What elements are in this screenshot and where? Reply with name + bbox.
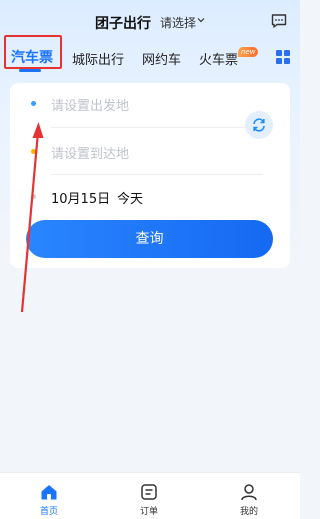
nav-profile-label: 我的 xyxy=(239,507,258,517)
date-field[interactable]: 10月15日 xyxy=(51,188,110,207)
order-icon xyxy=(141,484,157,500)
swap-icon xyxy=(253,118,265,132)
nav-profile[interactable]: 我的 xyxy=(219,473,279,519)
nav-home-label: 首页 xyxy=(39,507,58,517)
nav-home[interactable]: 首页 xyxy=(19,473,79,519)
tab-ride-hailing[interactable]: 网约车 xyxy=(142,49,181,68)
tab-intercity[interactable]: 城际出行 xyxy=(72,49,124,68)
new-badge: new xyxy=(238,47,259,57)
annotation-highlight-box xyxy=(4,35,62,69)
region-select[interactable]: 请选择 xyxy=(160,14,196,31)
origin-dot xyxy=(31,101,36,106)
date-dot xyxy=(31,194,36,199)
tab-train-ticket[interactable]: 火车票 xyxy=(199,49,238,68)
tab-underline xyxy=(19,69,41,72)
chevron-down-icon[interactable] xyxy=(196,15,206,25)
bottom-navigation: 首页 订单 我的 xyxy=(0,472,300,519)
swap-button[interactable] xyxy=(245,111,273,139)
origin-field[interactable]: 请设置出发地 xyxy=(51,95,129,114)
profile-icon xyxy=(241,484,257,501)
divider xyxy=(51,127,263,128)
search-button[interactable]: 查询 xyxy=(26,220,273,258)
grid-icon[interactable] xyxy=(276,50,290,64)
day-label: 今天 xyxy=(117,192,144,207)
app-title: 团子出行 xyxy=(95,16,151,32)
home-icon xyxy=(41,485,57,500)
destination-field[interactable]: 请设置到达地 xyxy=(51,143,129,162)
nav-orders-label: 订单 xyxy=(139,507,158,517)
message-icon[interactable] xyxy=(270,12,288,30)
destination-dot xyxy=(31,149,36,154)
divider xyxy=(51,174,263,175)
nav-orders[interactable]: 订单 xyxy=(119,473,179,519)
